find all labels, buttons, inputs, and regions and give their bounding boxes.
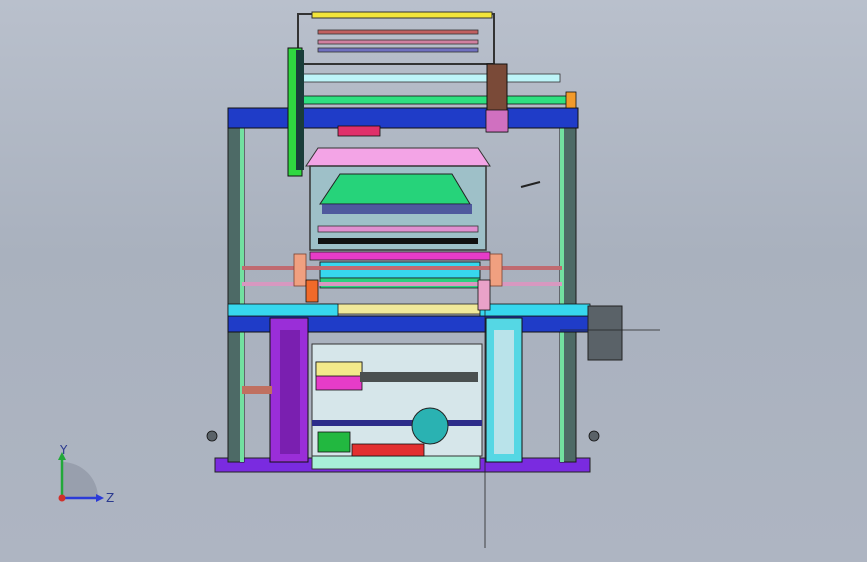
mid-beam-cyan-right [479, 303, 591, 317]
base-plate-inner [311, 454, 481, 470]
right-motor-box [587, 305, 623, 361]
y-axis-label: Y [59, 443, 68, 457]
right-side-inner [494, 330, 514, 454]
top-roller-3 [317, 39, 479, 45]
green-base-block [317, 431, 351, 453]
floating-part [520, 181, 541, 188]
left-knob [206, 430, 218, 442]
mid-beam-red [242, 266, 562, 270]
right-knob [588, 430, 600, 442]
axis-triad: Y Z [58, 443, 114, 505]
z-axis-arrow-icon [96, 494, 104, 502]
mid-beam-pink [242, 282, 562, 286]
left-post-edge [240, 122, 244, 462]
left-brown-bar [242, 386, 272, 394]
right-pink-block [485, 109, 509, 133]
harness-magenta [309, 251, 491, 261]
loom-assembly-model[interactable] [206, 11, 660, 548]
origin-dot [58, 494, 66, 502]
drive-drum [411, 407, 449, 445]
right-orange-bracket [565, 91, 577, 109]
cad-viewport[interactable] [0, 0, 867, 562]
left-purple-inner [280, 330, 300, 454]
top-roller-2 [317, 29, 479, 35]
hood-dark-band [322, 204, 472, 214]
left-dark-plate [296, 50, 304, 170]
lower-blue-band [312, 420, 482, 426]
right-spring [489, 253, 503, 287]
red-base-block [351, 443, 425, 457]
harness-yellow [319, 303, 481, 315]
left-spring [293, 253, 307, 287]
right-pink-post [477, 279, 491, 311]
top-beam [227, 107, 579, 129]
pink-reed-bar [317, 225, 479, 233]
z-axis-label: Z [106, 491, 114, 505]
dark-reed-bar [318, 238, 478, 244]
green-hood [319, 173, 471, 205]
triad-sector [62, 462, 98, 498]
top-frame [297, 13, 495, 65]
pink-roof [305, 147, 491, 167]
right-post-edge [560, 122, 564, 462]
lower-dark-band [360, 372, 478, 382]
mid-beam-cyan [227, 303, 339, 317]
top-beam-green [299, 95, 571, 105]
lower-yellow-block [315, 361, 363, 377]
top-roller-4 [317, 47, 479, 53]
top-beam-cyan [299, 73, 561, 83]
magenta-bar-top [337, 125, 381, 137]
top-yellow-roller [311, 11, 493, 19]
left-orange-block [305, 279, 319, 303]
